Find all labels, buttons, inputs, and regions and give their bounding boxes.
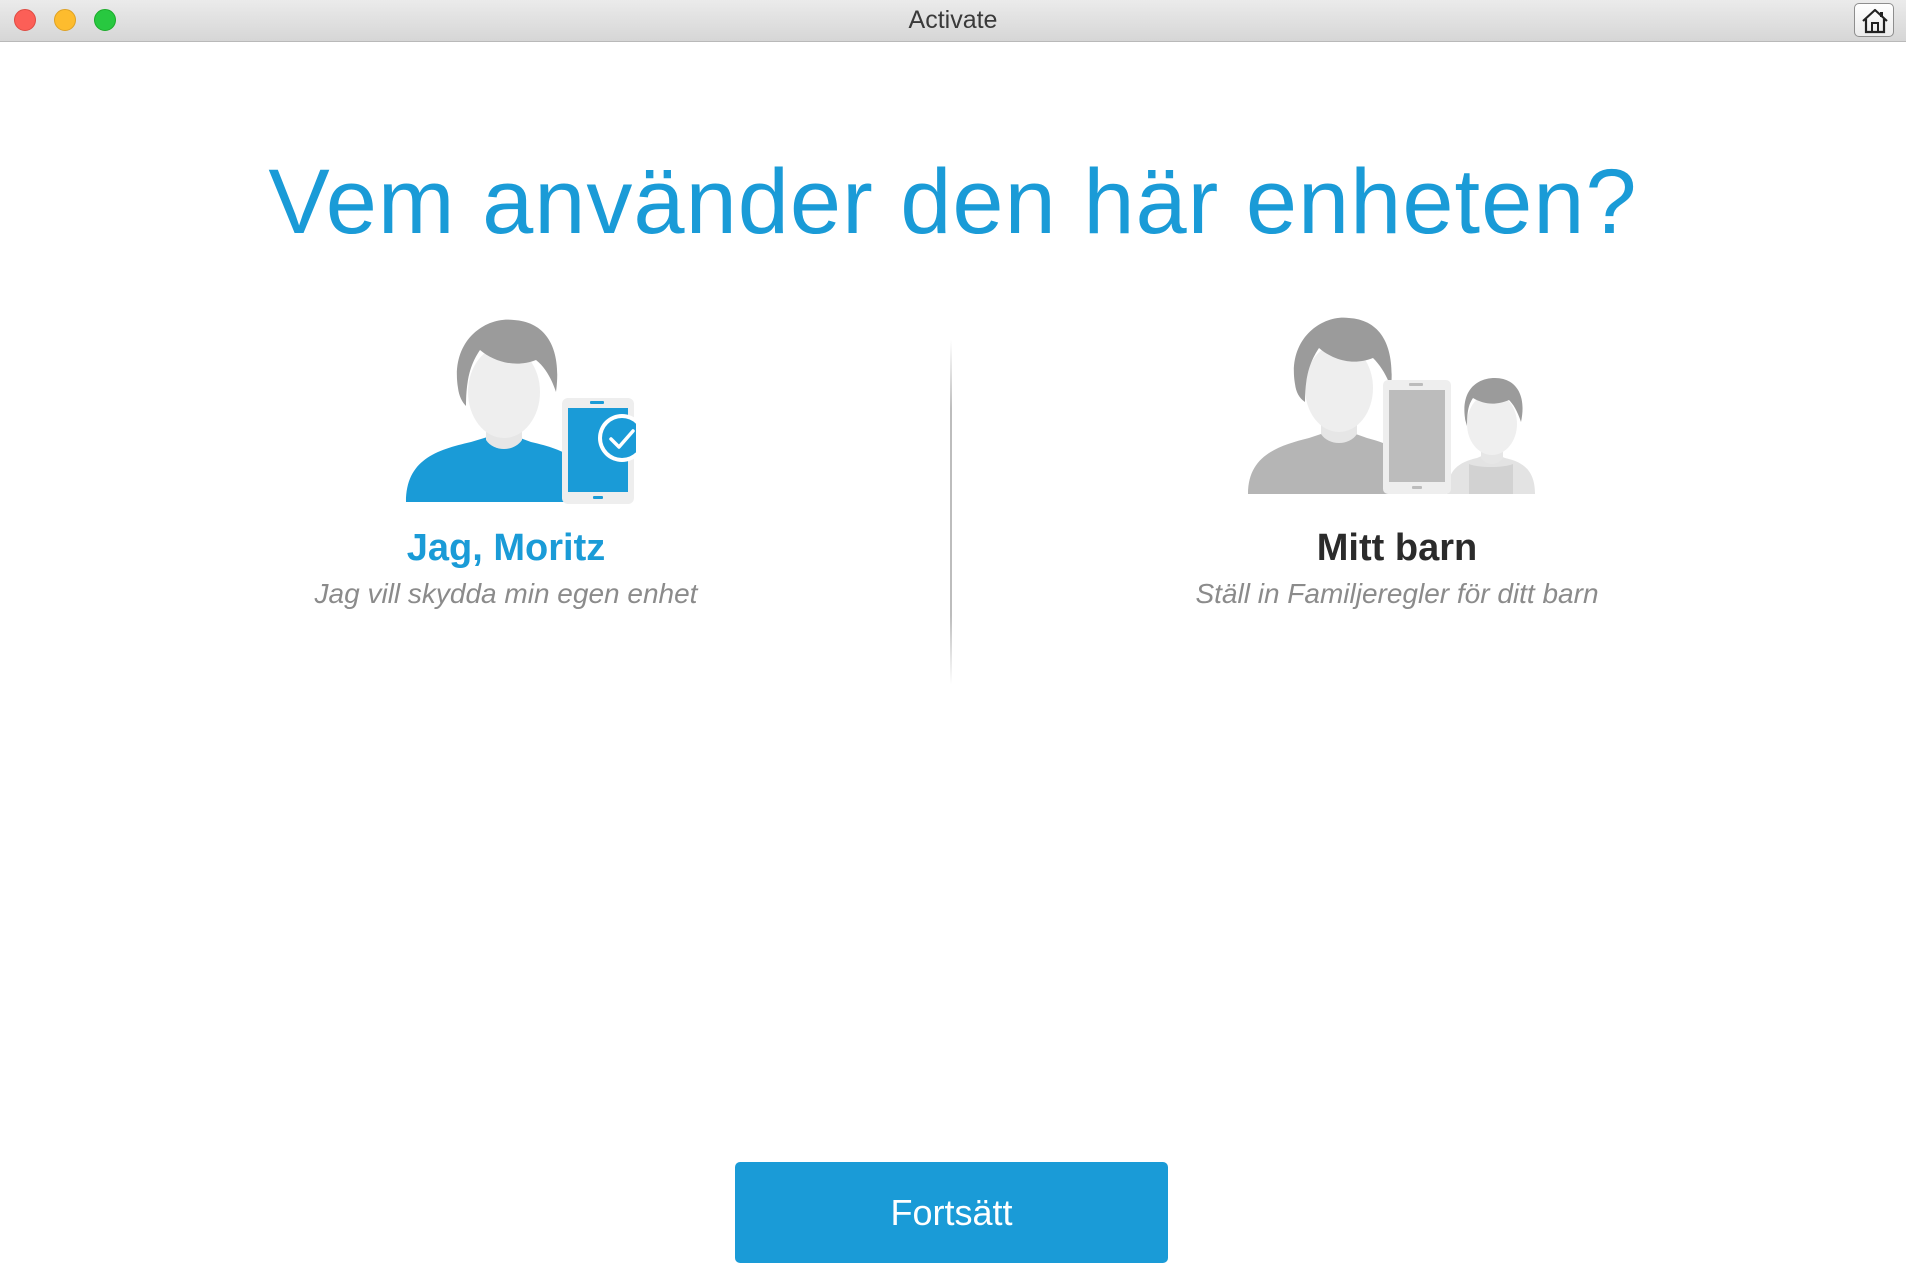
option-child[interactable]: Mitt barn Ställ in Familjeregler för dit… <box>1047 310 1747 650</box>
window-title: Activate <box>908 6 998 34</box>
person-with-tablet-check-icon <box>406 319 636 504</box>
parent-tablet-child-icon <box>1248 317 1535 494</box>
continue-button[interactable]: Fortsätt <box>735 1162 1168 1263</box>
page-heading: Vem använder den här enheten? <box>268 151 1638 253</box>
home-button[interactable] <box>1854 3 1894 37</box>
option-me-subtitle: Jag vill skydda min egen enhet <box>314 578 698 609</box>
option-me-title: Jag, Moritz <box>406 527 606 569</box>
title-bar[interactable]: Activate <box>0 0 1906 42</box>
options-divider <box>950 340 952 685</box>
option-me[interactable]: Jag, Moritz Jag vill skydda min egen enh… <box>156 310 856 650</box>
home-icon <box>1862 8 1888 34</box>
app-window: Activate Vem använder den här enheten? J… <box>0 0 1906 1282</box>
option-child-title: Mitt barn <box>1316 527 1478 569</box>
option-child-subtitle: Ställ in Familjeregler för ditt barn <box>1195 578 1599 609</box>
